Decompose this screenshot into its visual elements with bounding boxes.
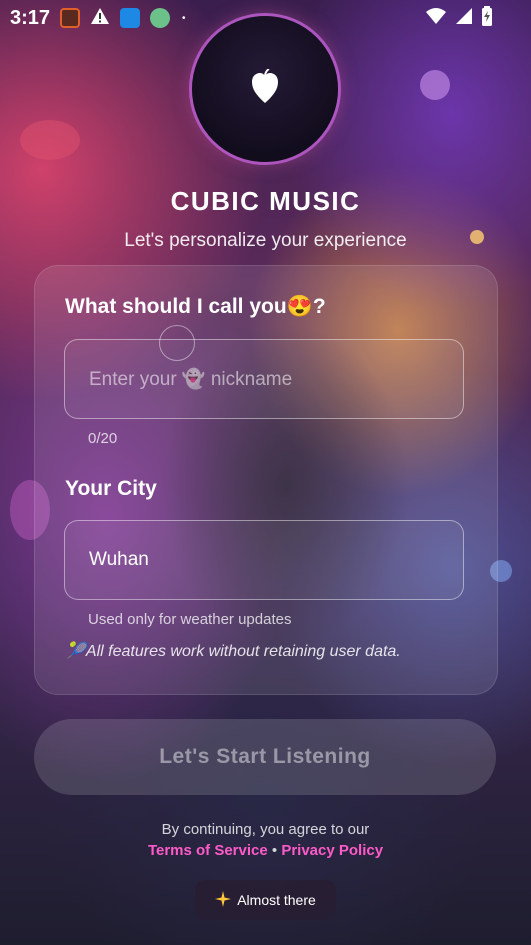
notification-dot: • bbox=[182, 12, 186, 24]
progress-badge: Almost there bbox=[195, 880, 336, 920]
legal-separator: • bbox=[271, 842, 278, 859]
sparkle-icon bbox=[215, 890, 232, 910]
wifi-icon bbox=[425, 7, 447, 30]
nickname-counter: 0/20 bbox=[88, 430, 118, 447]
nickname-input[interactable]: Enter your 👻 nickname bbox=[64, 339, 464, 419]
warning-icon bbox=[90, 7, 110, 30]
heart-logo-icon bbox=[250, 67, 280, 110]
status-time: 3:17 bbox=[10, 6, 51, 29]
battery-icon bbox=[481, 6, 493, 31]
layers-app-icon bbox=[120, 8, 141, 28]
privacy-link[interactable]: Privacy Policy bbox=[281, 842, 383, 859]
terms-link[interactable]: Terms of Service bbox=[148, 842, 268, 859]
app-logo bbox=[192, 16, 338, 162]
signal-icon bbox=[455, 7, 473, 30]
nickname-label: What should I call you😍? bbox=[65, 295, 326, 318]
app-title: CUBIC MUSIC bbox=[170, 186, 361, 216]
city-label: Your City bbox=[65, 477, 157, 500]
legal-links: Terms of Service • Privacy Policy bbox=[0, 842, 531, 859]
privacy-note: 🎾All features work without retaining use… bbox=[66, 643, 401, 660]
start-listening-button[interactable]: Let's Start Listening bbox=[34, 719, 496, 795]
city-input[interactable]: Wuhan bbox=[64, 520, 464, 600]
clock-app-icon bbox=[60, 8, 81, 28]
city-hint: Used only for weather updates bbox=[88, 611, 292, 628]
legal-intro: By continuing, you agree to our bbox=[161, 821, 370, 838]
page-subtitle: Let's personalize your experience bbox=[124, 230, 407, 251]
badge-label: Almost there bbox=[237, 892, 316, 908]
bird-app-icon bbox=[150, 8, 171, 28]
